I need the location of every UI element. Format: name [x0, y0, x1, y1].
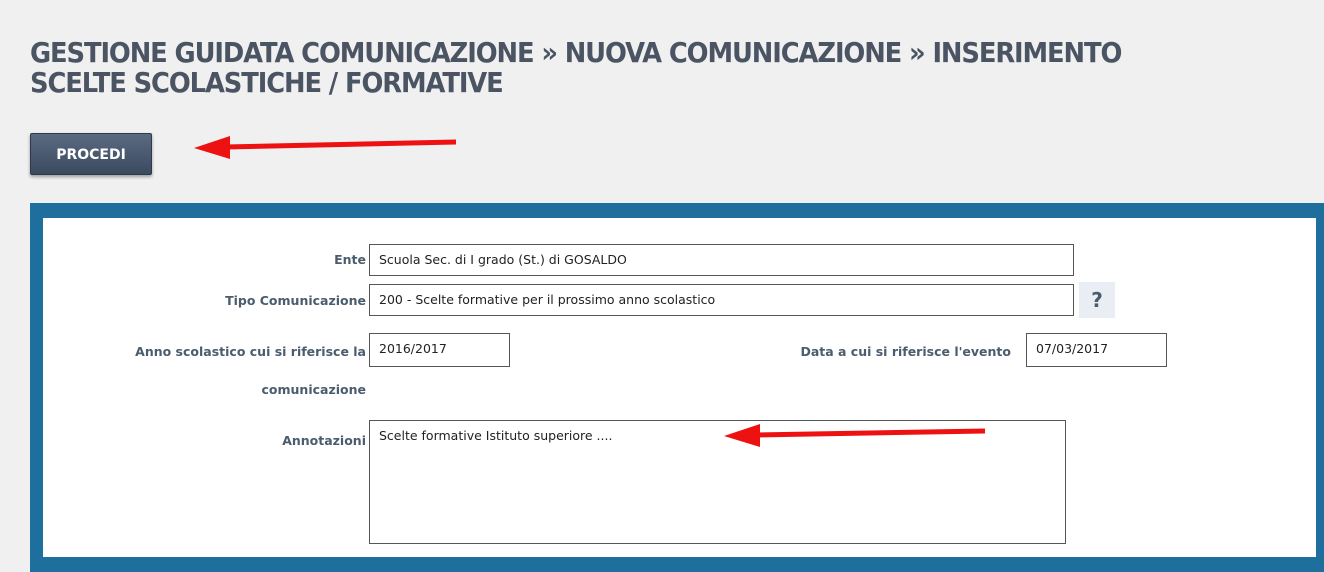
help-question-icon[interactable]: ?: [1079, 282, 1115, 318]
proceed-button[interactable]: PROCEDI: [30, 133, 152, 175]
anno-scolastico-field[interactable]: 2016/2017: [369, 333, 510, 367]
data-evento-label: Data a cui si riferisce l'evento: [800, 344, 1011, 359]
anno-scolastico-label-line2: comunicazione: [261, 382, 366, 397]
page-title: GESTIONE GUIDATA COMUNICAZIONE » NUOVA C…: [30, 36, 1122, 99]
annotation-arrow-icon: [194, 136, 457, 159]
anno-scolastico-label-line1: Anno scolastico cui si riferisce la: [135, 344, 366, 359]
tipo-comunicazione-field[interactable]: 200 - Scelte formative per il prossimo a…: [369, 284, 1074, 316]
form-panel: Ente Scuola Sec. di I grado (St.) di GOS…: [30, 203, 1324, 572]
form-body: Ente Scuola Sec. di I grado (St.) di GOS…: [43, 218, 1316, 557]
data-evento-field[interactable]: 07/03/2017: [1026, 333, 1167, 367]
ente-field[interactable]: Scuola Sec. di I grado (St.) di GOSALDO: [369, 244, 1074, 276]
annotation-arrow-icon: [724, 424, 986, 447]
tipo-comunicazione-label: Tipo Comunicazione: [225, 293, 366, 308]
annotazioni-label: Annotazioni: [282, 433, 366, 448]
ente-label: Ente: [334, 252, 366, 267]
